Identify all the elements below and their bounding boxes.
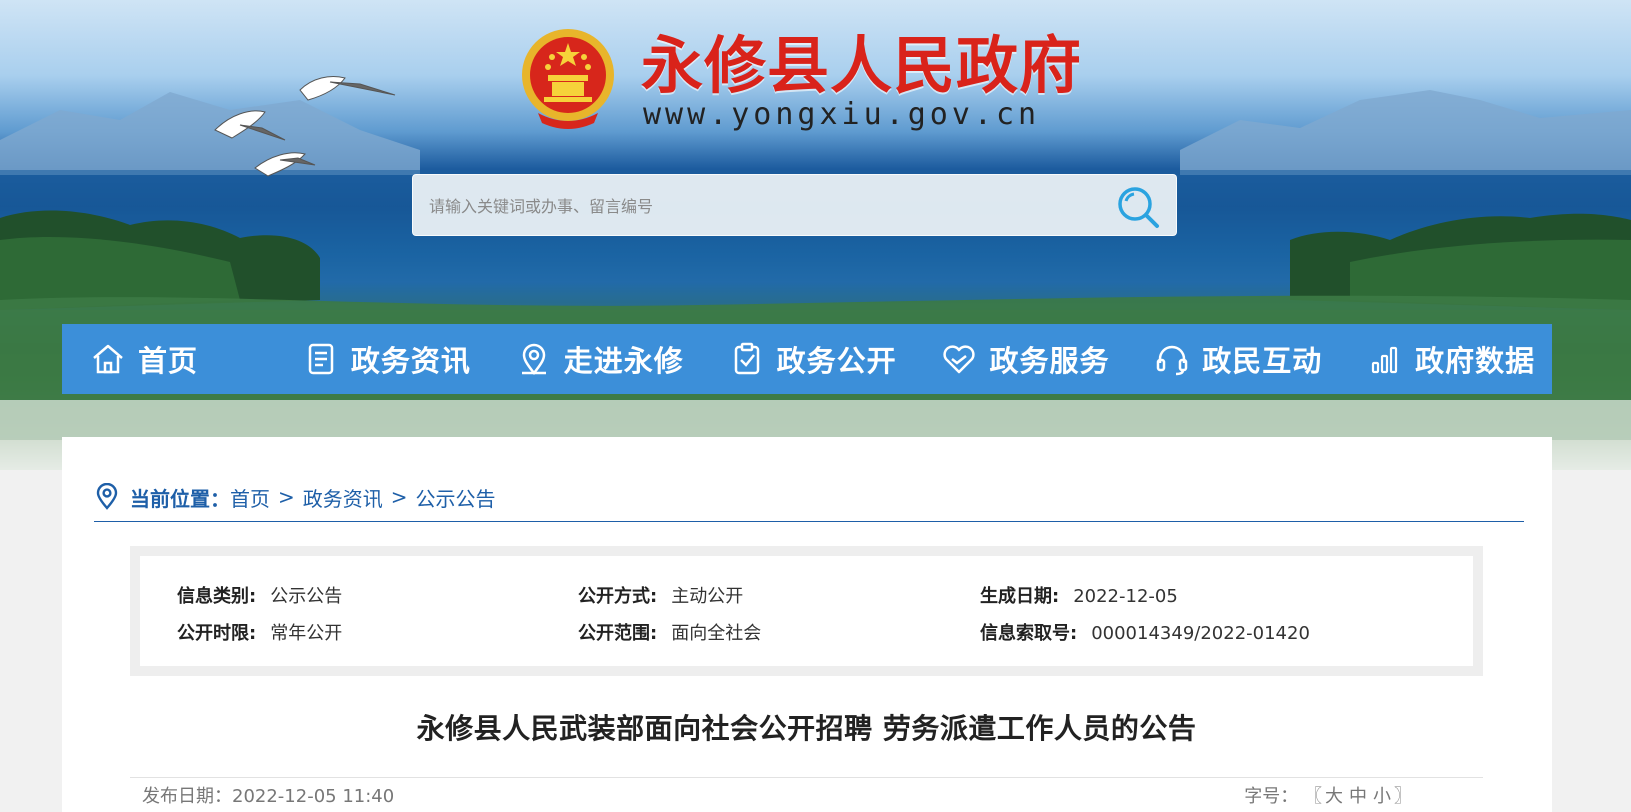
site-url: www.yongxiu.gov.cn: [643, 97, 1041, 132]
breadcrumb-separator: >: [278, 485, 295, 509]
breadcrumb-separator: >: [390, 485, 408, 509]
nav-item-service[interactable]: 政务服务: [913, 324, 1126, 394]
home-icon: [93, 344, 123, 374]
font-size-small-button[interactable]: 小: [1373, 786, 1391, 807]
nav-item-news[interactable]: 政务资讯: [275, 324, 488, 394]
info-period: 公开时限: 常年公开: [177, 619, 342, 645]
info-category-value: 公示公告: [270, 586, 343, 607]
header-banner: 永修县人民政府 www.yongxiu.gov.cn: [0, 0, 1631, 470]
info-method: 公开方式: 主动公开: [578, 582, 743, 608]
nav-item-disclosure[interactable]: 政务公开: [701, 324, 914, 394]
font-size-medium-button[interactable]: 中: [1349, 786, 1367, 807]
national-emblem-logo: [522, 29, 614, 129]
nav-item-home[interactable]: 首页: [62, 324, 275, 394]
breadcrumb-label: 当前位置：: [130, 486, 230, 511]
handshake-heart-icon: [943, 345, 976, 374]
nav-item-interaction[interactable]: 政民互动: [1126, 324, 1339, 394]
nav-item-about[interactable]: 走进永修: [488, 324, 701, 394]
breadcrumb-notice-link[interactable]: 公示公告: [416, 483, 496, 512]
info-metadata-box: 信息类别: 公示公告 公开方式: 主动公开 生成日期: 2022-12-05 公开时限…: [130, 546, 1483, 676]
site-title: 永修县人民政府: [641, 29, 1083, 102]
main-nav: 首页 政务资讯 走进永修 政务公开 政务服务 政民互动 政府数据: [62, 324, 1552, 394]
nav-item-data[interactable]: 政府数据: [1339, 324, 1552, 394]
info-index-value: 000014349/2022-01420: [1091, 623, 1310, 644]
bar-chart-icon: [1372, 346, 1398, 374]
nav-item-label: 首页: [138, 344, 199, 378]
publish-date: 发布日期：2022-12-05 11:40: [142, 786, 395, 807]
font-size-large-button[interactable]: 大: [1325, 786, 1343, 807]
breadcrumb-news-link[interactable]: 政务资讯: [303, 483, 383, 512]
meta-divider: [130, 777, 1483, 778]
headset-icon: [1157, 345, 1188, 376]
info-category-key: 信息类别:: [177, 586, 257, 607]
font-size-bracket-close: 〗: [1394, 786, 1412, 807]
info-index-key: 信息索取号:: [980, 623, 1078, 644]
info-date-value: 2022-12-05: [1073, 586, 1178, 607]
font-size-label: 字号：: [1244, 786, 1299, 807]
breadcrumb: 当前位置： 首页 > 政务资讯 > 公示公告: [94, 477, 496, 517]
document-icon: [308, 343, 334, 375]
info-method-value: 主动公开: [671, 586, 744, 607]
info-date: 生成日期: 2022-12-05: [980, 582, 1178, 608]
font-size-controls: 字号： 〖大中小〗: [1244, 782, 1412, 808]
clipboard-check-icon: [734, 342, 759, 375]
nav-item-label: 政务资讯: [350, 344, 471, 378]
info-scope-value: 面向全社会: [671, 623, 762, 644]
location-pin-icon: [521, 343, 546, 376]
nav-item-label: 走进永修: [563, 344, 684, 378]
info-scope-key: 公开范围:: [578, 623, 658, 644]
search-bar: [412, 174, 1177, 236]
info-scope: 公开范围: 面向全社会: [578, 619, 761, 645]
search-input[interactable]: [429, 189, 1069, 223]
info-date-key: 生成日期:: [980, 586, 1060, 607]
nav-item-label: 政务服务: [989, 344, 1110, 378]
breadcrumb-divider: [94, 521, 1524, 522]
article-title: 永修县人民武装部面向社会公开招聘 劳务派遣工作人员的公告: [416, 712, 1197, 745]
location-icon: [96, 483, 118, 510]
nav-item-label: 政府数据: [1415, 344, 1536, 378]
info-period-key: 公开时限:: [177, 623, 257, 644]
font-size-bracket-open: 〖: [1304, 786, 1322, 807]
nav-item-label: 政民互动: [1202, 344, 1323, 378]
info-category: 信息类别: 公示公告: [177, 582, 342, 608]
nav-item-label: 政务公开: [776, 344, 897, 378]
info-method-key: 公开方式:: [578, 586, 658, 607]
info-metadata-inner: 信息类别: 公示公告 公开方式: 主动公开 生成日期: 2022-12-05 公开时限…: [140, 556, 1473, 666]
content-panel: 当前位置： 首页 > 政务资讯 > 公示公告 信息类别: 公示公告 公开方式: 主动…: [62, 437, 1552, 812]
search-icon[interactable]: [1114, 183, 1162, 231]
info-period-value: 常年公开: [270, 623, 343, 644]
info-index: 信息索取号: 000014349/2022-01420: [980, 619, 1310, 645]
breadcrumb-home-link[interactable]: 首页: [230, 483, 270, 512]
